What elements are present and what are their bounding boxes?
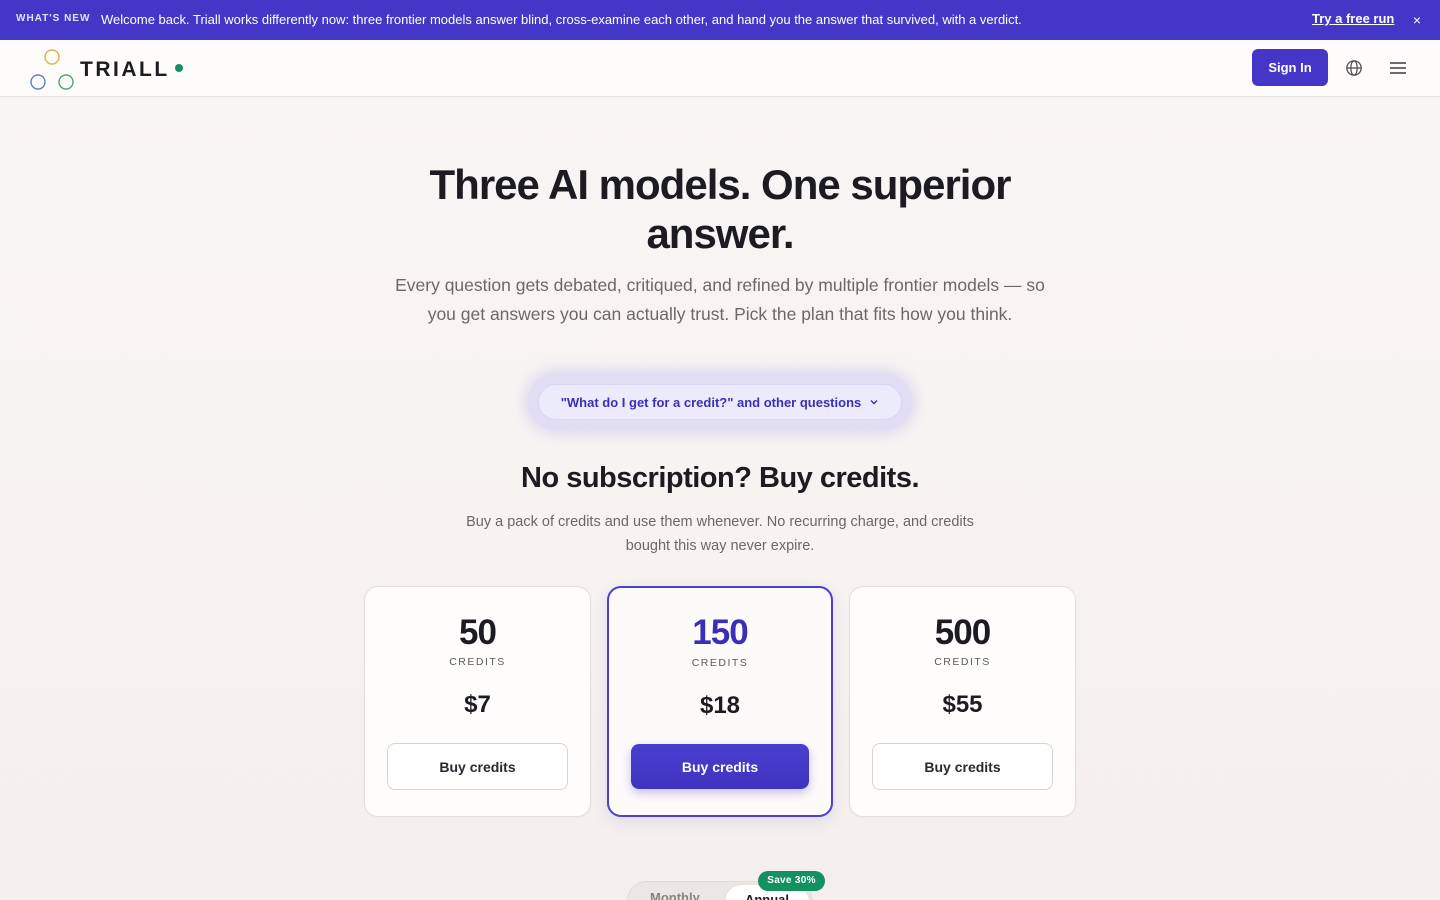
credit-amount: 500 [934, 613, 991, 652]
globe-icon[interactable] [1345, 59, 1363, 77]
credits-section-title: No subscription? Buy credits. [521, 462, 920, 494]
sign-in-button[interactable]: Sign In [1252, 49, 1328, 86]
faq-button[interactable]: "What do I get for a credit?" and other … [538, 384, 902, 420]
hero-subtitle: Every question gets debated, critiqued, … [395, 275, 1045, 324]
announcement-bar: WHAT'S NEW Welcome back. Triall works di… [0, 0, 1440, 40]
billing-monthly-option[interactable]: Monthly [650, 890, 700, 900]
credit-price: $18 [699, 692, 741, 719]
page-title: Three AI models. One superior answer. [429, 161, 1012, 257]
status-dot [175, 64, 183, 72]
buy-credits-button[interactable]: Buy credits [631, 744, 809, 789]
credit-price: $7 [464, 691, 491, 718]
faq-button-label: "What do I get for a credit?" and other … [560, 394, 862, 410]
credit-price: $55 [942, 691, 983, 718]
credit-amount: 50 [459, 613, 497, 652]
close-icon[interactable]: × [1410, 11, 1424, 29]
try-free-run-link[interactable]: Try a free run [1312, 11, 1394, 26]
menu-icon[interactable] [1389, 60, 1407, 76]
whats-new-tag: WHAT'S NEW [16, 13, 91, 24]
credit-unit: CREDITS [691, 657, 749, 669]
credit-pack-card: 50 CREDITS $7 Buy credits [364, 586, 591, 817]
credit-unit: CREDITS [934, 656, 991, 668]
credit-amount: 150 [692, 613, 748, 652]
brand-name: TRIALL [80, 58, 170, 81]
top-nav: TRIALL Sign In [0, 40, 1440, 97]
save-badge: Save 30% [758, 871, 825, 891]
credit-unit: CREDITS [449, 656, 506, 668]
announcement-message: Welcome back. Triall works differently n… [101, 12, 1022, 27]
credit-pack-card-featured: 150 CREDITS $18 Buy credits [607, 586, 833, 817]
buy-credits-button[interactable]: Buy credits [872, 743, 1053, 790]
triall-circles-icon [30, 49, 74, 90]
credits-section-subtitle: Buy a pack of credits and use them whene… [466, 514, 974, 554]
buy-credits-button[interactable]: Buy credits [387, 743, 568, 790]
brand-logo[interactable]: TRIALL [28, 48, 198, 92]
chevron-down-icon [870, 400, 878, 405]
credit-pack-card: 500 CREDITS $55 Buy credits [849, 586, 1076, 817]
